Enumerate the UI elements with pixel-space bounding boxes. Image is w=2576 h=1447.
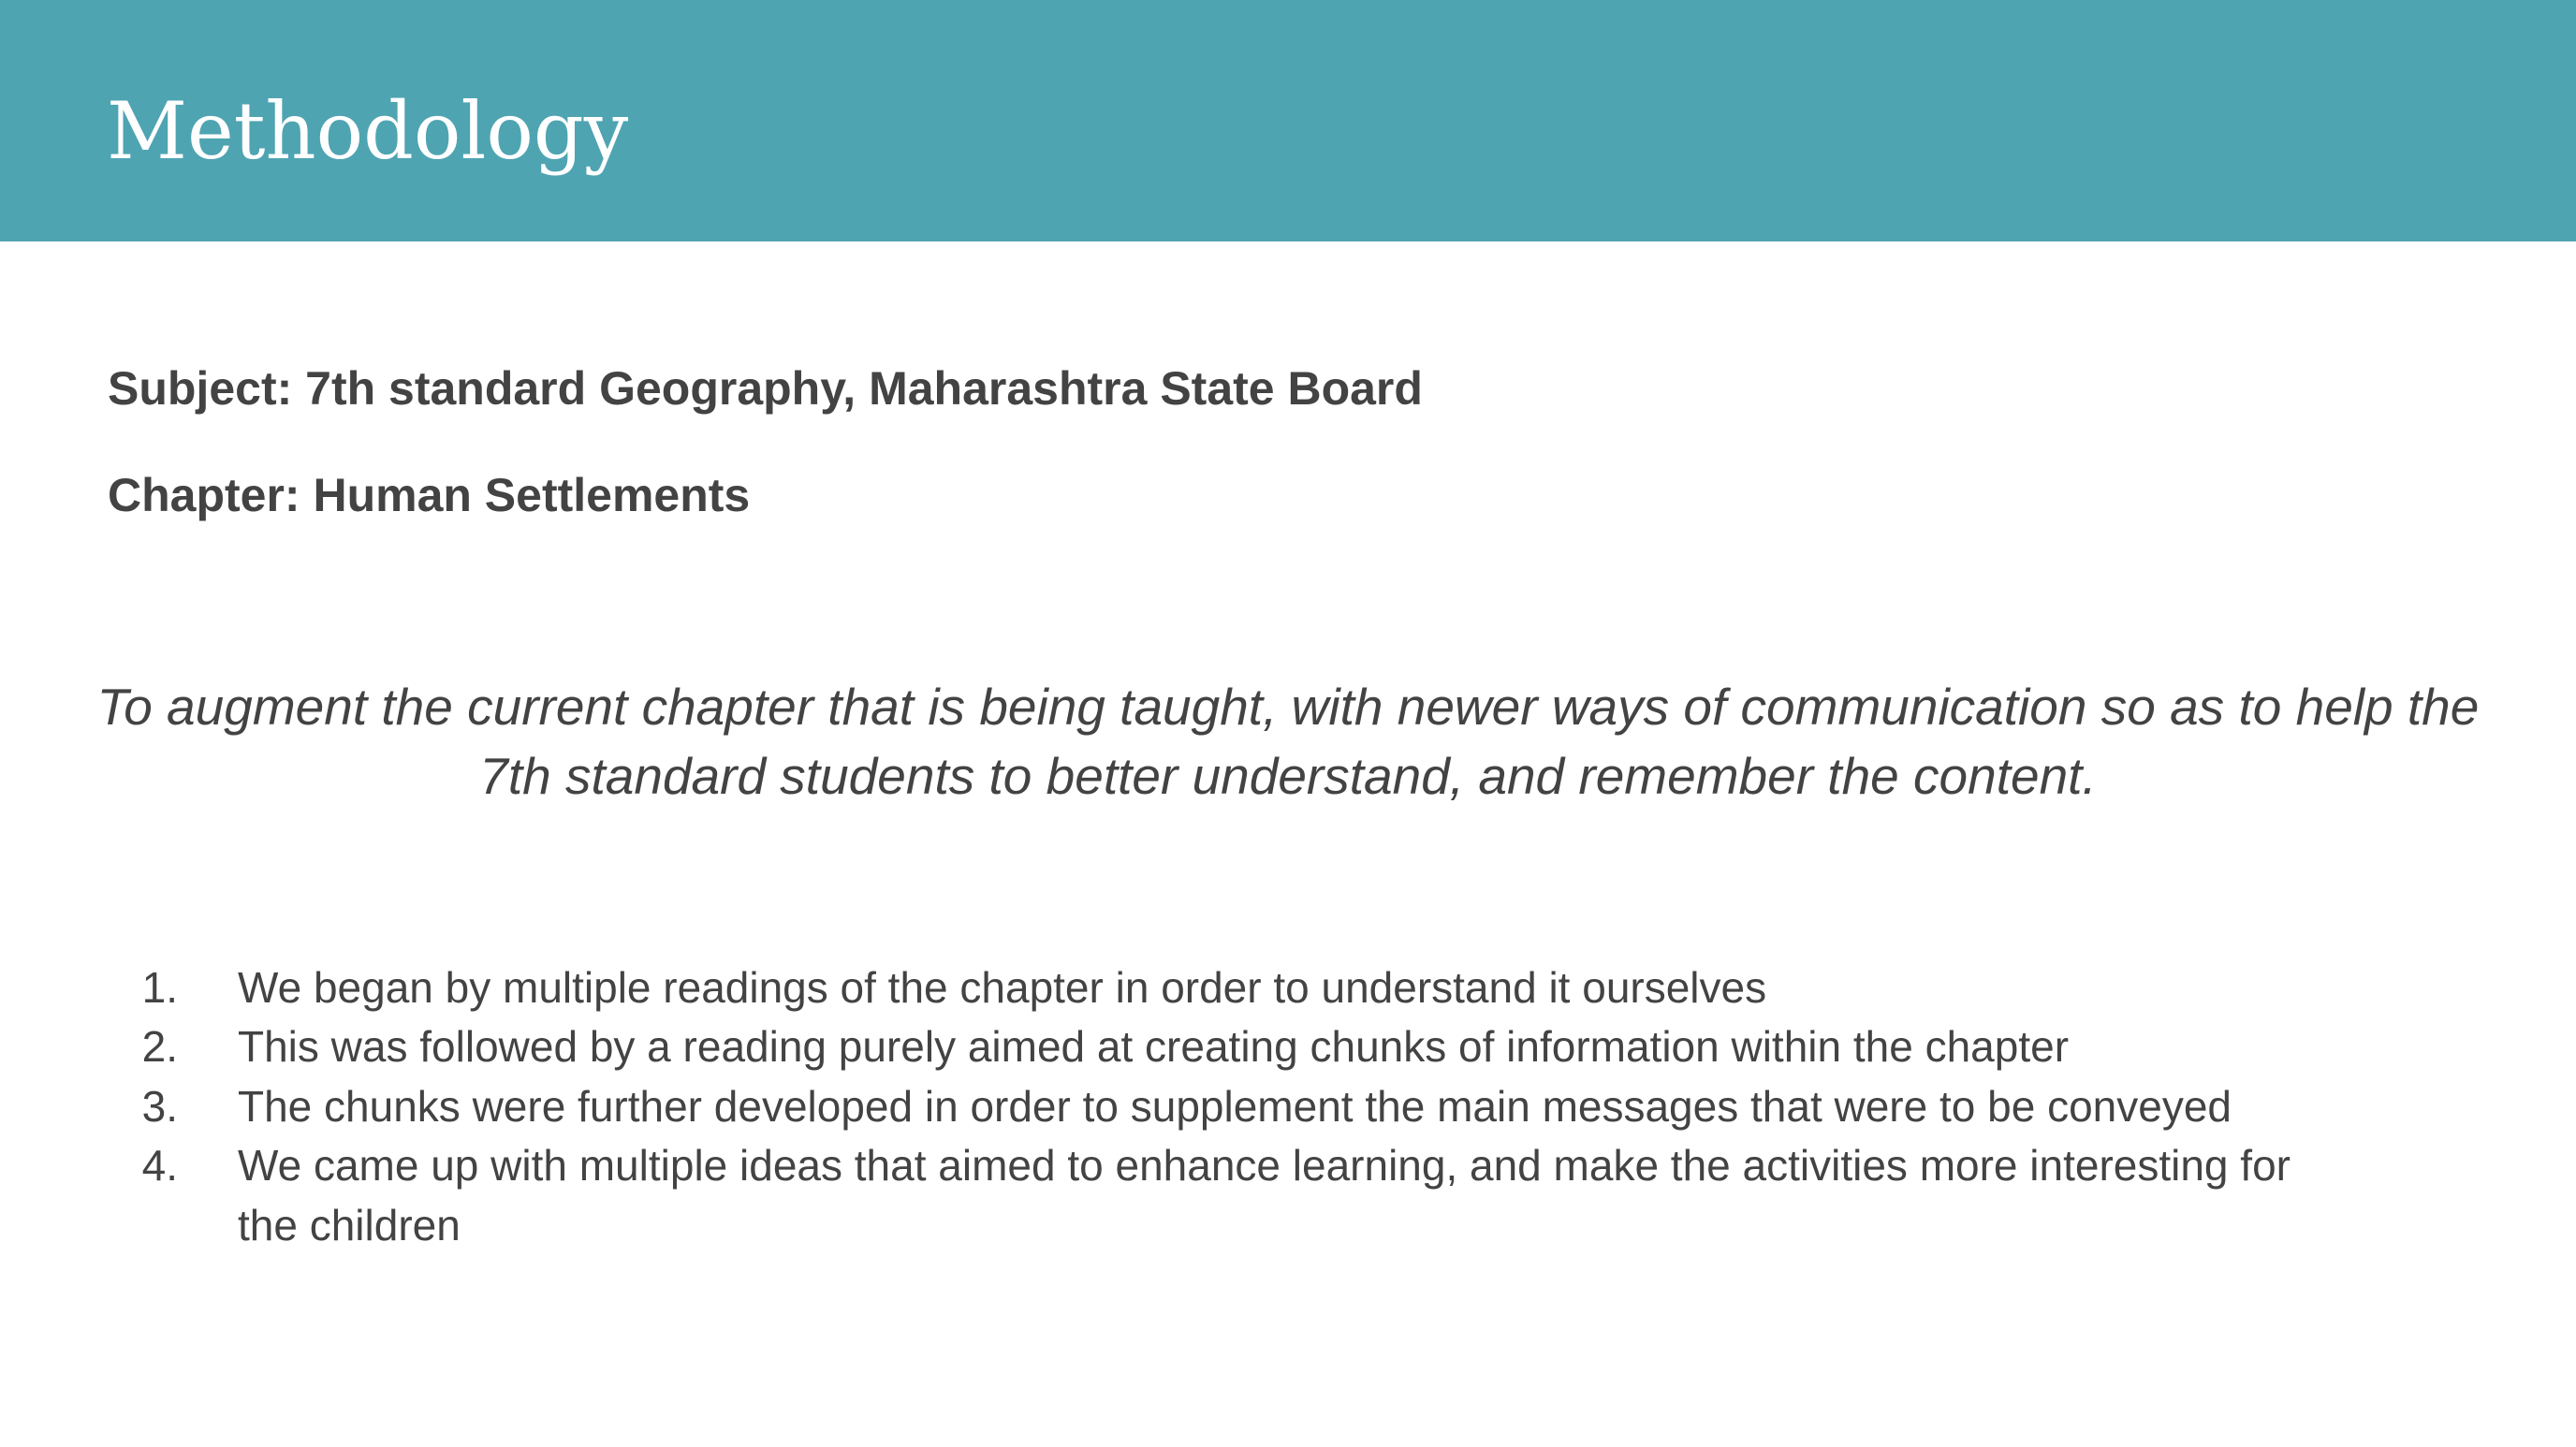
- slide-title: Methodology: [107, 85, 629, 177]
- slide: Methodology Subject: 7th standard Geogra…: [0, 0, 2576, 1447]
- subject-line: Subject: 7th standard Geography, Maharas…: [108, 362, 1423, 415]
- list-item: 3. The chunks were further developed in …: [131, 1077, 2359, 1136]
- list-item: 4. We came up with multiple ideas that a…: [131, 1136, 2359, 1255]
- list-item-text: This was followed by a reading purely ai…: [238, 1022, 2070, 1072]
- list-item-number: 4.: [141, 1141, 178, 1191]
- list-item-number: 1.: [141, 963, 178, 1012]
- header-band: Methodology: [0, 0, 2576, 241]
- methodology-steps-list: 1. We began by multiple readings of the …: [131, 958, 2359, 1255]
- chapter-line: Chapter: Human Settlements: [108, 469, 751, 521]
- list-item-number: 2.: [141, 1022, 178, 1072]
- list-item-text: We began by multiple readings of the cha…: [238, 963, 1767, 1012]
- list-item-text: We came up with multiple ideas that aime…: [238, 1141, 2291, 1250]
- objective-statement: To augment the current chapter that is b…: [96, 678, 2480, 805]
- list-item-text: The chunks were further developed in ord…: [238, 1081, 2232, 1131]
- list-item-number: 3.: [141, 1081, 178, 1131]
- list-item: 1. We began by multiple readings of the …: [131, 958, 2359, 1017]
- list-item: 2. This was followed by a reading purely…: [131, 1017, 2359, 1076]
